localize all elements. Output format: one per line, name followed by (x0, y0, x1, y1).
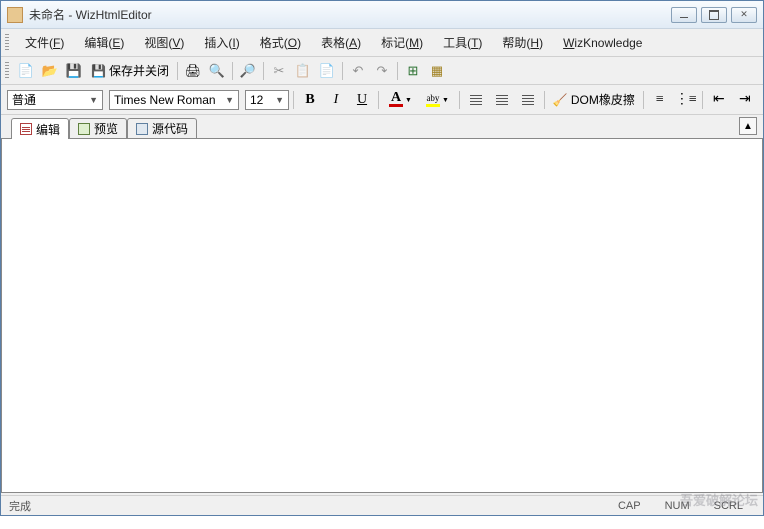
separator (293, 91, 294, 109)
size-combo[interactable]: 12 ▼ (245, 90, 289, 110)
chevron-down-icon: ▼ (442, 96, 449, 104)
app-icon (7, 7, 23, 23)
size-value: 12 (250, 93, 263, 107)
menu-bar: 文件(F) 编辑(E) 视图(V) 插入(I) 格式(O) 表格(A) 标记(M… (1, 29, 763, 57)
new-button[interactable]: 📄 (15, 60, 37, 82)
menu-help[interactable]: 帮助(H) (494, 31, 551, 54)
menu-insert[interactable]: 插入(I) (196, 31, 247, 54)
undo-button[interactable]: ↶ (347, 60, 369, 82)
align-center-button[interactable] (490, 89, 514, 111)
status-text: 完成 (9, 498, 606, 514)
print-preview-button[interactable]: 🔍 (206, 60, 228, 82)
status-cap: CAP (606, 500, 653, 512)
tab-preview[interactable]: 预览 (69, 118, 127, 138)
menu-file[interactable]: 文件(F) (17, 31, 72, 54)
tab-bar: 编辑 预览 源代码 ▲ (1, 115, 763, 139)
menu-tools[interactable]: 工具(T) (435, 31, 490, 54)
bold-button[interactable]: B (298, 89, 322, 111)
table-button[interactable]: ▦ (426, 60, 448, 82)
source-icon (136, 123, 148, 135)
paste-button[interactable]: 📄 (316, 60, 338, 82)
chevron-down-icon: ▼ (271, 95, 284, 105)
excel-button[interactable]: ⊞ (402, 60, 424, 82)
menu-wizknowledge[interactable]: WizKnowledge (555, 33, 650, 53)
save-close-button[interactable]: 💾 保存并关闭 (87, 60, 173, 82)
align-right-button[interactable] (516, 89, 540, 111)
grip-icon (5, 62, 9, 80)
font-value: Times New Roman (114, 93, 216, 107)
outdent-button[interactable]: ⇤ (707, 89, 731, 111)
open-button[interactable]: 📂 (39, 60, 61, 82)
window-title: 未命名 - WizHtmlEditor (29, 6, 671, 23)
eraser-icon: 🧹 (553, 93, 568, 107)
menu-edit[interactable]: 编辑(E) (76, 31, 132, 54)
chevron-down-icon: ▼ (405, 96, 412, 104)
grip-icon (5, 34, 9, 52)
app-window: 未命名 - WizHtmlEditor 文件(F) 编辑(E) 视图(V) 插入… (0, 0, 764, 516)
highlight-button[interactable]: aby ▼ (420, 89, 455, 111)
cut-button[interactable]: ✂ (268, 60, 290, 82)
main-toolbar: 📄 📂 💾 💾 保存并关闭 🖨 🔍 🔎 ✂ 📋 📄 ↶ ↷ ⊞ ▦ (1, 57, 763, 85)
status-bar: 完成 CAP NUM SCRL (1, 495, 763, 515)
menu-mark[interactable]: 标记(M) (373, 31, 431, 54)
align-left-button[interactable] (464, 89, 488, 111)
save-button[interactable]: 💾 (63, 60, 85, 82)
separator (342, 62, 343, 80)
tab-edit[interactable]: 编辑 (11, 118, 69, 139)
redo-button[interactable]: ↷ (371, 60, 393, 82)
style-combo[interactable]: 普通 ▼ (7, 90, 103, 110)
underline-button[interactable]: U (350, 89, 374, 111)
font-color-button[interactable]: A ▼ (383, 89, 418, 111)
tab-preview-label: 预览 (94, 120, 118, 137)
window-controls (671, 7, 757, 23)
find-button[interactable]: 🔎 (237, 60, 259, 82)
tab-source[interactable]: 源代码 (127, 118, 197, 138)
preview-icon (78, 123, 90, 135)
menu-view[interactable]: 视图(V) (136, 31, 192, 54)
save-icon: 💾 (91, 64, 106, 78)
italic-button[interactable]: I (324, 89, 348, 111)
separator (263, 62, 264, 80)
tab-source-label: 源代码 (152, 120, 188, 137)
separator (378, 91, 379, 109)
edit-icon (20, 123, 32, 135)
tab-edit-label: 编辑 (36, 121, 60, 138)
separator (397, 62, 398, 80)
status-num: NUM (653, 500, 702, 512)
font-combo[interactable]: Times New Roman ▼ (109, 90, 239, 110)
status-scrl: SCRL (702, 500, 755, 512)
print-button[interactable]: 🖨 (182, 60, 204, 82)
separator (459, 91, 460, 109)
chevron-down-icon: ▼ (221, 95, 234, 105)
separator (643, 91, 644, 109)
maximize-button[interactable] (701, 7, 727, 23)
font-color-icon: A (389, 92, 403, 107)
menu-format[interactable]: 格式(O) (252, 31, 309, 54)
menu-table[interactable]: 表格(A) (313, 31, 369, 54)
ordered-list-button[interactable]: ≡ (648, 89, 672, 111)
dom-eraser-button[interactable]: 🧹 DOM橡皮擦 (549, 89, 639, 111)
indent-button[interactable]: ⇥ (733, 89, 757, 111)
title-bar: 未命名 - WizHtmlEditor (1, 1, 763, 29)
style-value: 普通 (12, 91, 36, 108)
chevron-down-icon: ▼ (85, 95, 98, 105)
format-toolbar: 普通 ▼ Times New Roman ▼ 12 ▼ B I U A ▼ ab… (1, 85, 763, 115)
save-close-label: 保存并关闭 (109, 62, 169, 79)
copy-button[interactable]: 📋 (292, 60, 314, 82)
close-button[interactable] (731, 7, 757, 23)
editor-area[interactable] (1, 139, 763, 493)
highlight-icon: aby (426, 92, 440, 107)
separator (544, 91, 545, 109)
separator (702, 91, 703, 109)
eraser-label: DOM橡皮擦 (571, 91, 635, 108)
collapse-button[interactable]: ▲ (739, 117, 757, 135)
separator (232, 62, 233, 80)
minimize-button[interactable] (671, 7, 697, 23)
separator (177, 62, 178, 80)
unordered-list-button[interactable]: ⋮≡ (674, 89, 698, 111)
